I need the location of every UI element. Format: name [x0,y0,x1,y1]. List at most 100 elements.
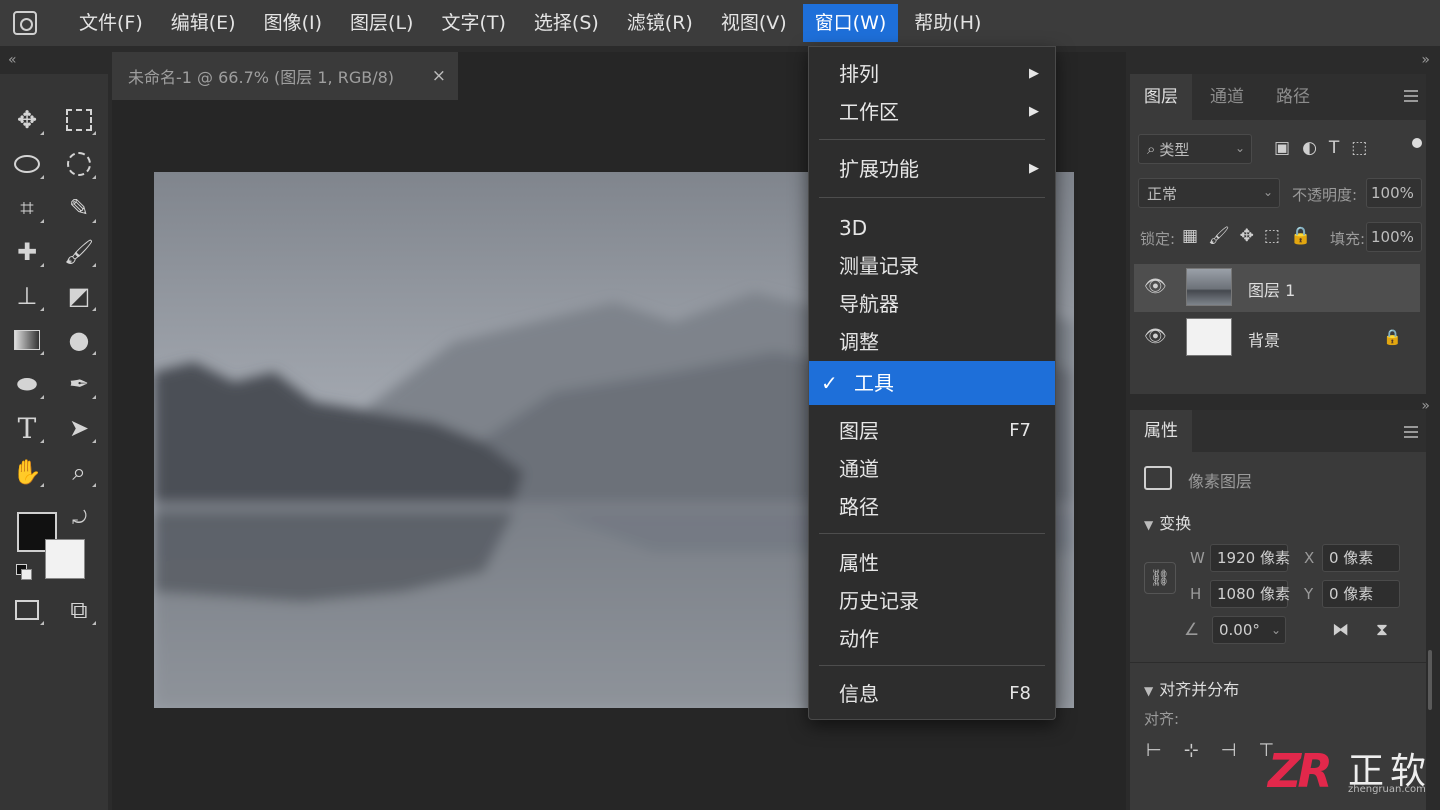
menu-item-paths[interactable]: 路径 [809,488,1055,526]
menu-item-channels[interactable]: 通道 [809,450,1055,488]
healing-icon[interactable]: ✚ [9,234,45,270]
menu-filter[interactable]: 滤镜(R) [615,4,705,42]
lasso-icon[interactable] [9,146,45,182]
tab-paths[interactable]: 路径 [1262,74,1324,120]
menu-item-label: 扩展功能 [839,157,919,181]
menu-item-measurement-log[interactable]: 测量记录 [809,247,1055,285]
menu-select[interactable]: 选择(S) [522,4,611,42]
tab-channels[interactable]: 通道 [1196,74,1258,120]
pen-icon[interactable]: ✒ [61,366,97,402]
gradient-icon[interactable] [9,322,45,358]
filter-toggle-icon[interactable] [1412,138,1422,148]
panel-menu-icon[interactable] [1404,426,1418,438]
menu-type[interactable]: 文字(T) [429,4,517,42]
menu-item-3d[interactable]: 3D [809,209,1055,247]
menu-item-tools[interactable]: ✓ 工具 [809,361,1055,405]
transform-section-header[interactable]: ▼ 变换 [1144,510,1191,534]
fill-input[interactable]: 100% [1366,222,1422,252]
zoom-icon[interactable]: ⌕ [61,454,97,490]
default-colors-icon[interactable] [16,564,32,580]
close-icon[interactable]: × [432,66,446,86]
path-select-icon[interactable]: ➤ [61,410,97,446]
search-icon: ⌕ [1147,140,1156,158]
panel-menu-icon[interactable] [1404,90,1418,102]
tab-layers[interactable]: 图层 [1130,74,1192,120]
menu-image[interactable]: 图像(I) [252,4,334,42]
lock-pixels-icon[interactable]: 🖌 [1208,226,1230,246]
document-tab[interactable]: 未命名-1 @ 66.7% (图层 1, RGB/8) × [112,52,458,100]
height-label: H [1190,585,1202,603]
layer-thumbnail [1186,268,1232,306]
stamp-icon[interactable]: ⊥ [9,278,45,314]
menu-item-info[interactable]: 信息 F8 [809,675,1055,713]
menu-item-extensions[interactable]: 扩展功能 ▶ [809,150,1055,188]
filter-pixel-icon[interactable]: ▣ [1274,138,1290,158]
link-icon[interactable]: ⛓ [1144,562,1176,594]
align-left-icon[interactable]: ⊢ [1146,740,1162,761]
menu-item-layers[interactable]: 图层 F7 [809,412,1055,450]
blur-icon[interactable]: ● [61,322,97,358]
menu-item-properties[interactable]: 属性 [809,544,1055,582]
menu-item-navigator[interactable]: 导航器 [809,285,1055,323]
lock-transparent-icon[interactable]: ▦ [1182,226,1198,246]
layer-row[interactable]: 👁 图层 1 [1134,264,1420,312]
eye-icon[interactable]: 👁 [1144,326,1167,347]
flip-vertical-icon[interactable]: ⧗ [1376,620,1388,640]
chevron-down-icon: ▼ [1144,684,1154,698]
screen-mode-icon[interactable]: ⧉ [61,592,97,628]
align-center-icon[interactable]: ⊹ [1184,740,1199,761]
tab-properties[interactable]: 属性 [1130,410,1192,452]
menu-item-arrange[interactable]: 排列 ▶ [809,55,1055,93]
lock-artboard-icon[interactable]: ⬚ [1264,226,1280,246]
menu-separator [819,533,1045,534]
lock-icon: 🔒 [1383,328,1402,346]
hand-icon[interactable]: ✋ [9,454,45,490]
menu-item-history[interactable]: 历史记录 [809,582,1055,620]
lock-all-icon[interactable]: 🔒 [1290,226,1311,246]
brush-icon[interactable]: 🖌 [61,234,97,270]
home-icon[interactable] [13,11,37,35]
crop-icon[interactable]: ⌗ [9,190,45,226]
quick-select-icon[interactable] [61,146,97,182]
filter-shape-icon[interactable]: ⬚ [1351,138,1367,158]
marquee-icon[interactable] [61,102,97,138]
align-right-icon[interactable]: ⊣ [1221,740,1237,761]
menu-item-adjustments[interactable]: 调整 [809,323,1055,361]
flip-horizontal-icon[interactable]: ⧓ [1332,620,1349,640]
collapse-left-icon[interactable]: « [8,52,17,68]
y-input[interactable]: 0 像素 [1322,580,1400,608]
section-divider [1130,662,1426,663]
angle-input[interactable]: 0.00° ⌄ [1212,616,1286,644]
move-icon[interactable]: ✥ [9,102,45,138]
eye-icon[interactable]: 👁 [1144,276,1167,297]
eyedropper-icon[interactable]: ✎ [61,190,97,226]
background-color-swatch[interactable] [45,539,85,579]
layer-filter-select[interactable]: ⌕ 类型 ⌄ [1138,134,1252,164]
blend-mode-select[interactable]: 正常 ⌄ [1138,178,1280,208]
collapse-right-icon[interactable]: » [1421,52,1430,68]
align-section-header[interactable]: ▼ 对齐并分布 [1144,676,1239,700]
swap-colors-icon[interactable]: ⤾ [72,508,87,529]
menu-edit[interactable]: 编辑(E) [159,4,248,42]
filter-adjustment-icon[interactable]: ◐ [1302,138,1317,158]
properties-scrollbar[interactable] [1428,650,1432,710]
filter-type-icon[interactable]: T [1329,138,1339,158]
height-input[interactable]: 1080 像素 [1210,580,1290,608]
eraser-icon[interactable]: ◩ [61,278,97,314]
align-label: 对齐: [1144,710,1180,728]
menu-item-workspace[interactable]: 工作区 ▶ [809,93,1055,131]
lock-position-icon[interactable]: ✥ [1240,226,1254,246]
menu-view[interactable]: 视图(V) [709,4,799,42]
quick-mask-icon[interactable] [9,592,45,628]
type-icon[interactable]: T [9,410,45,446]
opacity-input[interactable]: 100% [1366,178,1422,208]
width-input[interactable]: 1920 像素 [1210,544,1290,572]
dodge-icon[interactable]: ⬬ [9,366,45,402]
menu-window[interactable]: 窗口(W) [802,4,899,42]
menu-item-actions[interactable]: 动作 [809,620,1055,658]
menu-file[interactable]: 文件(F) [67,4,155,42]
x-input[interactable]: 0 像素 [1322,544,1400,572]
layer-row[interactable]: 👁 背景 🔒 [1134,314,1420,362]
menu-help[interactable]: 帮助(H) [902,4,993,42]
menu-layer[interactable]: 图层(L) [338,4,425,42]
